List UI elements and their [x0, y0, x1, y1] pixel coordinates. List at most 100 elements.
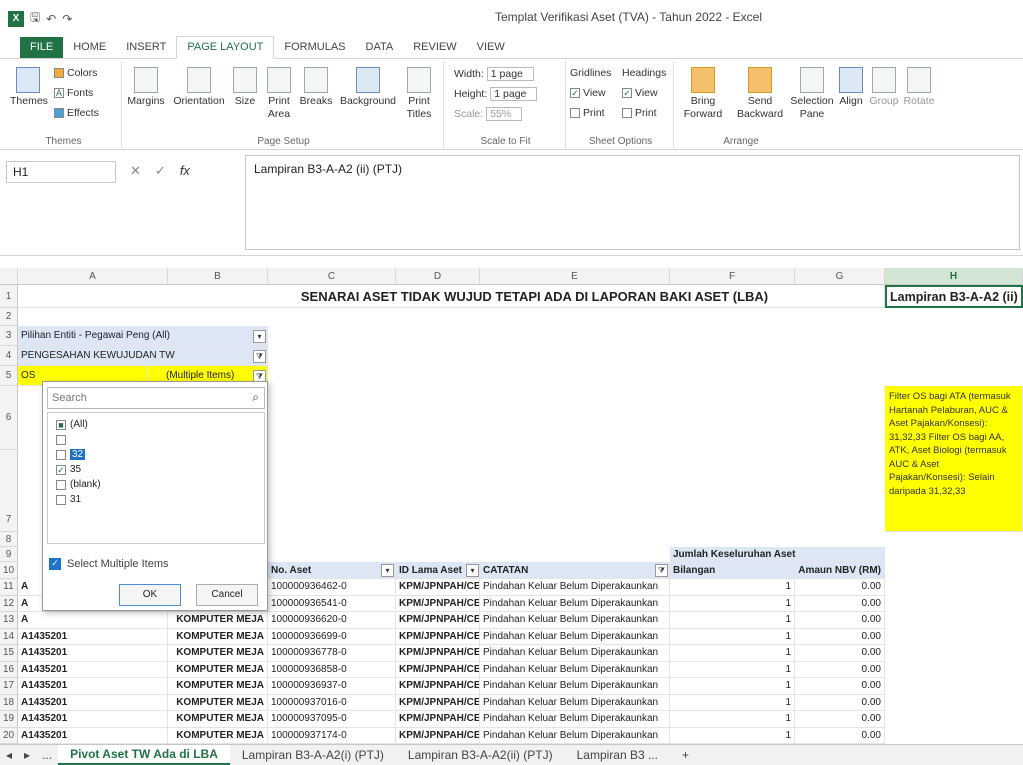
table-cell-g[interactable]: 0.00: [795, 612, 885, 629]
tab-formulas[interactable]: FORMULAS: [274, 37, 355, 58]
print-area-button[interactable]: Print Area: [262, 67, 296, 121]
table-cell-a[interactable]: A1435201: [18, 628, 168, 645]
tab-home[interactable]: HOME: [63, 37, 116, 58]
filter-item-all[interactable]: ■ (All): [56, 417, 256, 432]
table-cell-d[interactable]: KPM/JPNPAH/CE: [396, 645, 480, 662]
row-header[interactable]: 13: [0, 612, 18, 629]
table-cell-d[interactable]: KPM/JPNPAH/CE: [396, 612, 480, 629]
next-sheet-icon[interactable]: ▸: [18, 746, 36, 764]
fx-icon[interactable]: fx: [180, 163, 190, 179]
row-header[interactable]: 2: [0, 308, 18, 326]
table-cell-c[interactable]: 100000936541-0: [268, 595, 396, 612]
table-cell-f[interactable]: 1: [670, 661, 795, 678]
hdr-jumlah[interactable]: Jumlah Keseluruhan Aset: [670, 547, 885, 562]
height-control[interactable]: Height: 1 page: [454, 87, 538, 101]
sheet-title[interactable]: SENARAI ASET TIDAK WUJUD TETAPI ADA DI L…: [18, 285, 885, 308]
table-cell-a[interactable]: A: [18, 612, 168, 629]
table-cell-f[interactable]: 1: [670, 678, 795, 695]
tab-review[interactable]: REVIEW: [403, 37, 466, 58]
table-cell-e[interactable]: Pindahan Keluar Belum Diperakaunkan: [480, 727, 670, 744]
scale-control[interactable]: Scale: 55%: [454, 107, 523, 121]
table-cell-f[interactable]: 1: [670, 628, 795, 645]
table-cell-g[interactable]: 0.00: [795, 628, 885, 645]
filter-funnel-icon[interactable]: ⧩: [253, 350, 266, 363]
table-cell-e[interactable]: Pindahan Keluar Belum Diperakaunkan: [480, 595, 670, 612]
filter-funnel-icon[interactable]: ⧩: [655, 564, 668, 577]
table-cell-g[interactable]: 0.00: [795, 595, 885, 612]
table-cell-e[interactable]: Pindahan Keluar Belum Diperakaunkan: [480, 612, 670, 629]
filter-item-35[interactable]: ✓ 35: [56, 462, 256, 477]
formula-input[interactable]: Lampiran B3-A-A2 (ii) (PTJ): [245, 155, 1020, 250]
table-cell-d[interactable]: KPM/JPNPAH/CE: [396, 711, 480, 728]
table-cell-g[interactable]: 0.00: [795, 727, 885, 744]
tab-data[interactable]: DATA: [356, 37, 404, 58]
table-cell-f[interactable]: 1: [670, 694, 795, 711]
row-header[interactable]: 10: [0, 562, 18, 579]
row-header[interactable]: 11: [0, 579, 18, 596]
table-cell-d[interactable]: KPM/JPNPAH/CE: [396, 694, 480, 711]
dropdown-arrow-icon[interactable]: ▾: [381, 564, 394, 577]
row-header[interactable]: 18: [0, 694, 18, 711]
ok-button[interactable]: OK: [119, 584, 181, 606]
table-cell-g[interactable]: 0.00: [795, 694, 885, 711]
column-header-d[interactable]: D: [396, 268, 480, 285]
themes-button[interactable]: Themes: [10, 67, 48, 108]
bring-forward-button[interactable]: Bring Forward: [676, 67, 730, 121]
hdr-bilangan[interactable]: Bilangan: [670, 562, 795, 579]
gridlines-print-checkbox[interactable]: Print: [570, 107, 605, 119]
column-header-g[interactable]: G: [795, 268, 885, 285]
table-cell-g[interactable]: 0.00: [795, 711, 885, 728]
select-multiple-checkbox[interactable]: ✓ Select Multiple Items: [49, 558, 168, 570]
filter-search-input[interactable]: Search: [47, 387, 265, 409]
tab-page-layout[interactable]: PAGE LAYOUT: [176, 36, 275, 59]
enter-icon[interactable]: ✓: [155, 163, 166, 179]
hdr-no-aset[interactable]: No. Aset: [268, 562, 396, 579]
filter-item-31[interactable]: 31: [56, 492, 256, 507]
table-cell-a[interactable]: A1435201: [18, 727, 168, 744]
table-cell-e[interactable]: Pindahan Keluar Belum Diperakaunkan: [480, 579, 670, 596]
table-cell-f[interactable]: 1: [670, 579, 795, 596]
table-cell-e[interactable]: Pindahan Keluar Belum Diperakaunkan: [480, 694, 670, 711]
background-button[interactable]: Background: [336, 67, 400, 108]
column-header-h[interactable]: H: [885, 268, 1023, 285]
table-cell-b[interactable]: KOMPUTER MEJA: [168, 727, 268, 744]
table-cell-b[interactable]: KOMPUTER MEJA: [168, 678, 268, 695]
cell-h1[interactable]: Lampiran B3-A-A2 (ii): [885, 285, 1023, 308]
table-cell-c[interactable]: 100000936620-0: [268, 612, 396, 629]
table-cell-b[interactable]: KOMPUTER MEJA: [168, 694, 268, 711]
group-button[interactable]: Group: [868, 67, 900, 108]
more-sheets-button[interactable]: ...: [36, 746, 58, 764]
row-header[interactable]: 19: [0, 711, 18, 728]
table-cell-c[interactable]: 100000936462-0: [268, 579, 396, 596]
column-header-a[interactable]: A: [18, 268, 168, 285]
sheet-tab-pivot[interactable]: Pivot Aset TW Ada di LBA: [58, 745, 230, 765]
row-header[interactable]: 17: [0, 678, 18, 695]
select-all-corner[interactable]: [0, 268, 18, 285]
table-cell-f[interactable]: 1: [670, 612, 795, 629]
table-cell-c[interactable]: 100000936858-0: [268, 661, 396, 678]
effects-button[interactable]: Effects: [54, 107, 99, 119]
table-cell-d[interactable]: KPM/JPNPAH/CE: [396, 579, 480, 596]
add-sheet-button[interactable]: +: [670, 746, 701, 764]
table-cell-g[interactable]: 0.00: [795, 678, 885, 695]
tab-insert[interactable]: INSERT: [116, 37, 176, 58]
margins-button[interactable]: Margins: [124, 67, 168, 108]
table-cell-f[interactable]: 1: [670, 595, 795, 612]
gridlines-view-checkbox[interactable]: ✓ View: [570, 87, 606, 99]
hdr-catatan[interactable]: CATATAN: [480, 562, 670, 579]
dropdown-arrow-icon[interactable]: ▾: [466, 564, 479, 577]
table-cell-g[interactable]: 0.00: [795, 645, 885, 662]
table-cell-a[interactable]: A1435201: [18, 678, 168, 695]
sheet-tab-lampiran-more[interactable]: Lampiran B3 ...: [565, 746, 670, 764]
filter-entity-cell[interactable]: Pilihan Entiti - Pegawai Peng (All): [18, 326, 268, 346]
selection-pane-button[interactable]: Selection Pane: [790, 67, 834, 121]
cancel-icon[interactable]: ✕: [130, 163, 141, 179]
column-header-b[interactable]: B: [168, 268, 268, 285]
table-cell-f[interactable]: 1: [670, 645, 795, 662]
breaks-button[interactable]: Breaks: [298, 67, 334, 108]
table-cell-c[interactable]: 100000936699-0: [268, 628, 396, 645]
column-header-c[interactable]: C: [268, 268, 396, 285]
row-header[interactable]: 8: [0, 532, 18, 547]
table-cell-f[interactable]: 1: [670, 727, 795, 744]
table-cell-e[interactable]: Pindahan Keluar Belum Diperakaunkan: [480, 711, 670, 728]
